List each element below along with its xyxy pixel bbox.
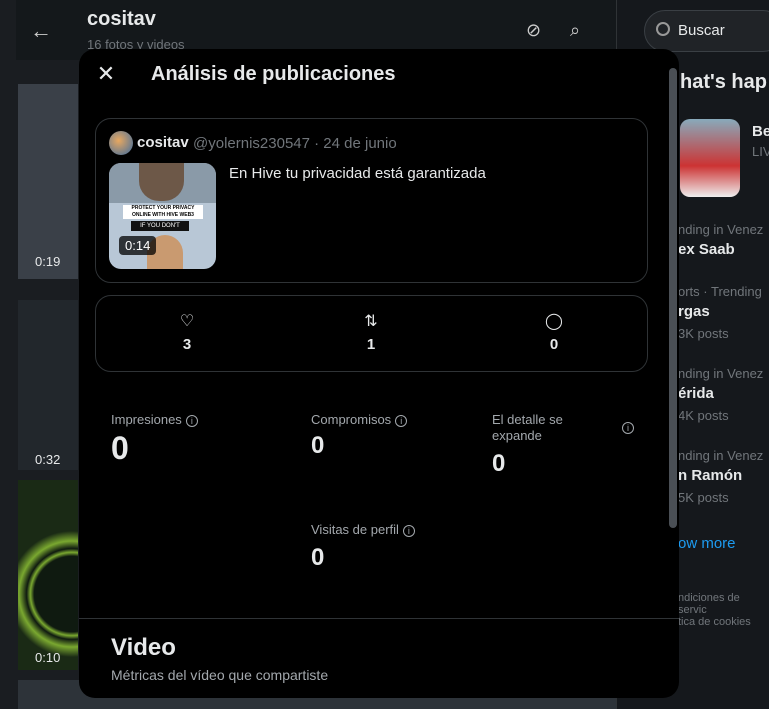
impressions-label: Impresiones — [111, 412, 182, 427]
search-icon — [656, 22, 670, 36]
show-more-link[interactable]: ow more — [678, 535, 736, 552]
trend-posts: 3K posts — [678, 326, 729, 341]
info-icon[interactable]: i — [402, 524, 415, 537]
profile-title: cositav — [87, 8, 156, 30]
trend-posts: 4K posts — [678, 408, 729, 423]
video-duration: 0:14 — [119, 236, 157, 255]
close-icon[interactable]: ✕ — [95, 63, 117, 85]
metric-impressions: Impresiones i 0 — [111, 412, 198, 467]
replies-count: 0 — [549, 336, 559, 353]
whats-happening-heading: hat's hap — [680, 71, 767, 93]
scrollbar-thumb[interactable] — [669, 68, 677, 528]
metric-engagements: Compromisos i 0 — [311, 412, 408, 460]
featured-meta: LIV — [752, 144, 769, 159]
replies-stat: ◯ 0 — [534, 312, 574, 353]
heart-icon: ♡ — [179, 313, 195, 330]
trend-name[interactable]: ex Saab — [678, 241, 735, 258]
media-thumb[interactable] — [18, 300, 78, 470]
likes-stat: ♡ 3 — [167, 312, 207, 353]
engagements-label: Compromisos — [311, 412, 392, 427]
profile-visits-value: 0 — [311, 544, 325, 571]
post-author-name[interactable]: cositav — [137, 134, 189, 151]
trend-posts: 5K posts — [678, 490, 729, 505]
search-icon[interactable]: ⌕ — [570, 20, 580, 41]
info-icon[interactable]: i — [622, 422, 634, 434]
trend-name[interactable]: n Ramón — [678, 467, 742, 484]
featured-title[interactable]: Be — [752, 123, 769, 140]
likes-count: 3 — [182, 336, 192, 353]
back-arrow-icon[interactable]: ← — [30, 18, 52, 44]
reply-icon: ◯ — [545, 313, 563, 330]
detail-label: El detalle se expande — [492, 412, 563, 443]
mute-icon[interactable]: ⊘ — [526, 20, 541, 41]
modal-title: Análisis de publicaciones — [151, 63, 396, 85]
modal-scrollbar[interactable] — [666, 48, 680, 698]
featured-image[interactable] — [680, 119, 740, 197]
repost-icon: ⇅ — [364, 313, 378, 330]
impressions-value: 0 — [111, 430, 129, 466]
thumb-banner: PROTECT YOUR PRIVACY ONLINE WITH HIVE WE… — [123, 205, 203, 219]
footer-link[interactable]: tica de cookies — [678, 616, 751, 628]
media-thumb[interactable] — [18, 84, 78, 279]
reposts-stat: ⇅ 1 — [351, 312, 391, 353]
footer-link[interactable]: ndiciones de servic — [678, 592, 769, 616]
media-duration: 0:10 — [35, 650, 61, 665]
trend-meta: nding in Venez — [678, 448, 764, 463]
info-icon[interactable]: i — [395, 414, 408, 427]
detail-value: 0 — [492, 450, 506, 477]
post-analytics-modal: ✕ Análisis de publicaciones cositav @yol… — [79, 49, 679, 698]
video-section-title: Video — [111, 634, 176, 661]
section-divider — [79, 618, 679, 619]
trend-meta: nding in Venez — [678, 222, 764, 237]
trend-name[interactable]: rgas — [678, 303, 710, 320]
post-handle-date: @yolernis230547 · 24 de junio — [193, 135, 397, 152]
thumb-person — [139, 163, 184, 201]
media-duration: 0:19 — [35, 254, 61, 269]
media-duration: 0:32 — [35, 452, 61, 467]
thumb-band: IF YOU DON'T — [131, 221, 189, 231]
trend-name[interactable]: érida — [678, 385, 714, 402]
metric-detail-expands: El detalle se expande i 0 — [492, 412, 634, 478]
avatar[interactable] — [109, 131, 133, 155]
video-thumbnail[interactable]: PROTECT YOUR PRIVACY ONLINE WITH HIVE WE… — [109, 163, 216, 269]
profile-visits-label: Visitas de perfil — [311, 522, 399, 537]
metric-profile-visits: Visitas de perfil i 0 — [311, 522, 415, 572]
post-preview-card[interactable]: cositav @yolernis230547 · 24 de junio PR… — [95, 118, 648, 283]
info-icon[interactable]: i — [185, 414, 198, 427]
trend-meta: orts · Trending — [678, 284, 762, 299]
engagements-value: 0 — [311, 432, 325, 459]
trend-meta: nding in Venez — [678, 366, 764, 381]
search-placeholder: Buscar — [678, 22, 725, 39]
video-section-subtitle: Métricas del vídeo que compartiste — [111, 667, 329, 683]
media-thumb[interactable] — [18, 480, 78, 670]
engagement-stats: ♡ 3 ⇅ 1 ◯ 0 — [95, 295, 648, 372]
reposts-count: 1 — [366, 336, 376, 353]
post-text: En Hive tu privacidad está garantizada — [229, 165, 486, 182]
